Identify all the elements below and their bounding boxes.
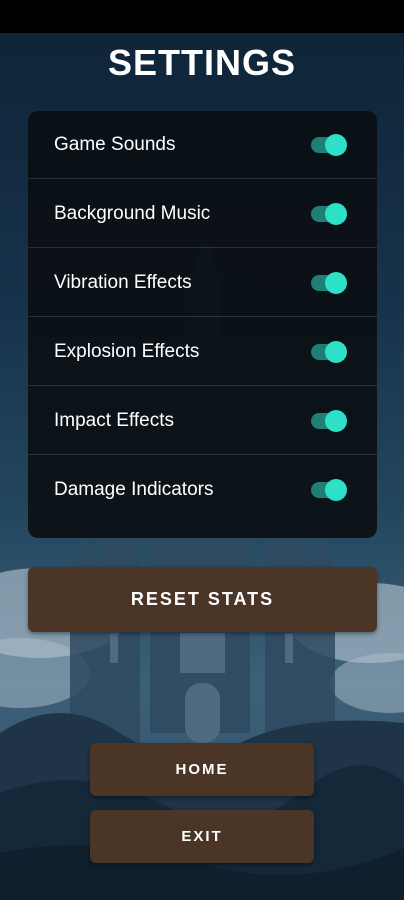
divider	[28, 247, 377, 248]
setting-label: Game Sounds	[54, 134, 176, 155]
toggle-thumb	[325, 479, 347, 501]
settings-screen: SETTINGS Game Sounds Background Music Vi…	[0, 33, 404, 900]
toggle-thumb	[325, 203, 347, 225]
explosion-effects-toggle[interactable]	[311, 341, 347, 363]
home-button[interactable]: HOME	[90, 743, 314, 796]
damage-indicators-toggle[interactable]	[311, 479, 347, 501]
vibration-effects-toggle[interactable]	[311, 272, 347, 294]
background-music-toggle[interactable]	[311, 203, 347, 225]
setting-row-vibration-effects: Vibration Effects	[28, 249, 377, 317]
divider	[28, 178, 377, 179]
page-title: SETTINGS	[107, 42, 297, 83]
setting-label: Damage Indicators	[54, 479, 214, 500]
settings-panel: Game Sounds Background Music Vibration E…	[28, 111, 377, 538]
setting-row-explosion-effects: Explosion Effects	[28, 318, 377, 386]
toggle-thumb	[325, 341, 347, 363]
divider	[28, 454, 377, 455]
game-sounds-toggle[interactable]	[311, 134, 347, 156]
reset-stats-button[interactable]: RESET STATS	[28, 567, 377, 632]
setting-label: Explosion Effects	[54, 341, 200, 362]
setting-row-damage-indicators: Damage Indicators	[28, 456, 377, 524]
toggle-thumb	[325, 410, 347, 432]
setting-row-impact-effects: Impact Effects	[28, 387, 377, 455]
setting-label: Vibration Effects	[54, 272, 192, 293]
exit-button[interactable]: EXIT	[90, 810, 314, 863]
setting-label: Background Music	[54, 203, 211, 224]
toggle-thumb	[325, 134, 347, 156]
impact-effects-toggle[interactable]	[311, 410, 347, 432]
setting-row-game-sounds: Game Sounds	[28, 111, 377, 179]
divider	[28, 385, 377, 386]
status-bar	[0, 0, 404, 33]
setting-label: Impact Effects	[54, 410, 175, 431]
divider	[28, 316, 377, 317]
setting-row-background-music: Background Music	[28, 180, 377, 248]
toggle-thumb	[325, 272, 347, 294]
